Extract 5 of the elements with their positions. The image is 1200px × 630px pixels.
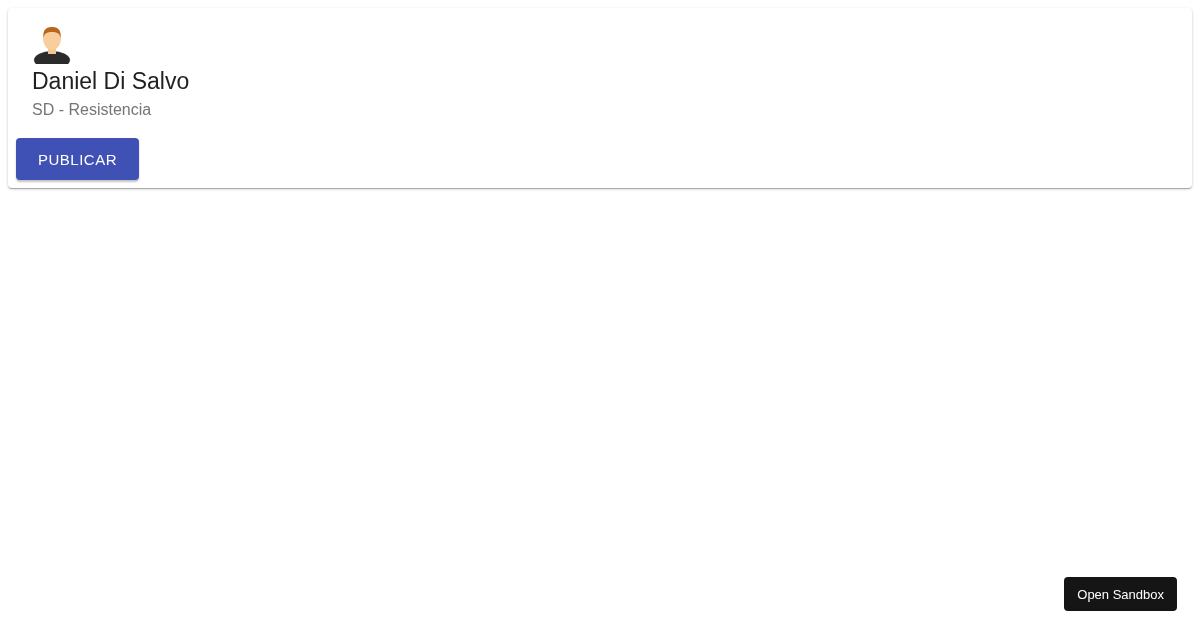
user-subtitle: SD - Resistencia [32,100,152,120]
user-name: Daniel Di Salvo [32,67,190,96]
open-sandbox-button[interactable]: Open Sandbox [1064,577,1177,611]
publish-button[interactable]: PUBLICAR [16,138,140,180]
avatar-icon [32,24,72,64]
